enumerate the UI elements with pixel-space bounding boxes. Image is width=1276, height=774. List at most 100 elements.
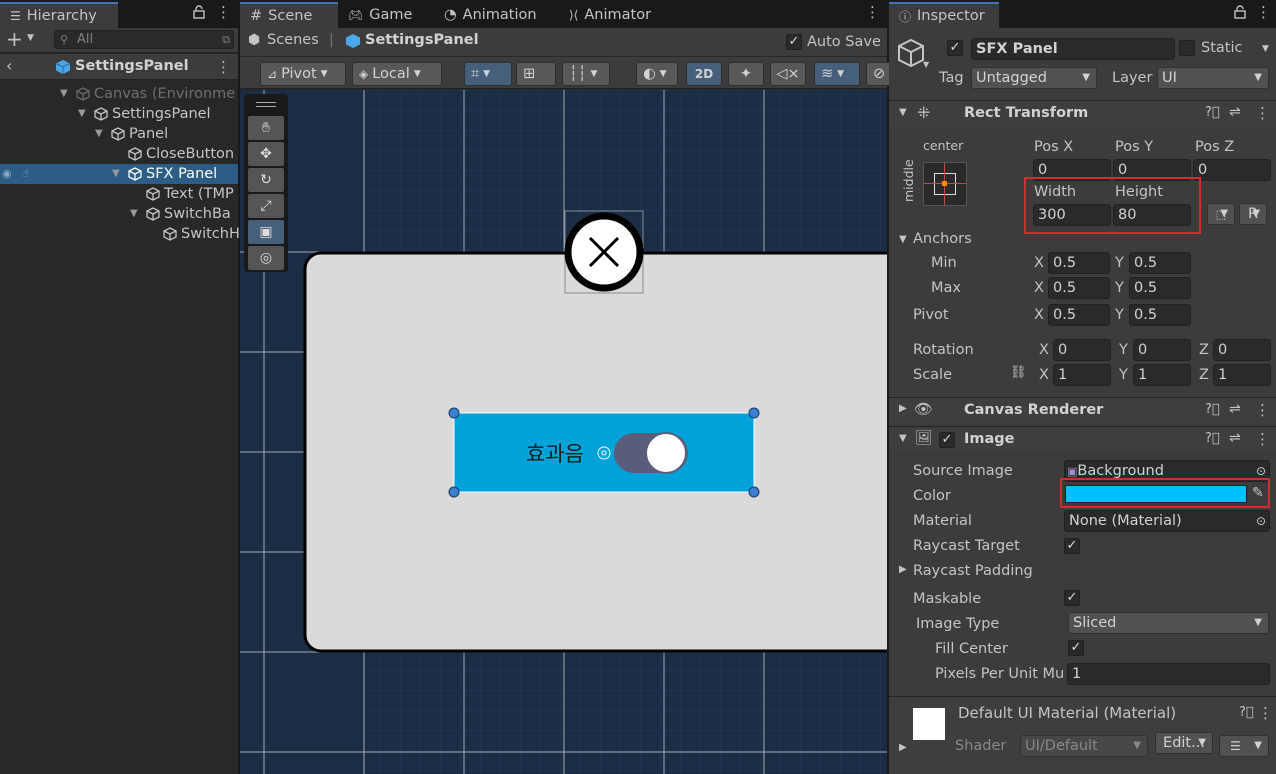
visibility-eye-icon[interactable]: ◉ (2, 164, 12, 184)
fill-center-checkbox[interactable]: ✓ (1068, 640, 1084, 656)
hierarchy-menu-icon[interactable]: ⋮ (216, 3, 231, 21)
hierarchy-item[interactable]: ▼ Panel (0, 124, 238, 144)
scene-canvas[interactable] (240, 90, 887, 774)
tab-scene[interactable]: # Scene (240, 2, 338, 28)
scale-x-field[interactable]: 1 (1053, 364, 1111, 386)
scene-menu-icon[interactable]: ⋮ (865, 3, 880, 21)
breadcrumb-scenes[interactable]: Scenes (267, 32, 319, 48)
maskable-checkbox[interactable]: ✓ (1064, 590, 1080, 606)
prefab-menu-icon[interactable]: ⋮ (216, 58, 231, 76)
pos-z-field[interactable]: 0 (1193, 159, 1271, 181)
chevron-down-icon[interactable]: ▼ (923, 60, 929, 69)
material-field[interactable]: None (Material) ⊙ (1064, 510, 1270, 532)
tab-hierarchy[interactable]: ☰ Hierarchy (0, 2, 118, 28)
chevron-down-icon[interactable]: ▼ (27, 33, 34, 43)
object-picker-icon[interactable]: ⊙ (1256, 511, 1266, 531)
image-enabled-checkbox[interactable]: ✓ (939, 432, 955, 448)
help-icon[interactable]: ?⃝ (1205, 431, 1220, 446)
tab-animation[interactable]: ◔ Animation (434, 2, 547, 28)
image-type-dropdown[interactable]: Sliced (1068, 612, 1269, 634)
drag-handle-icon[interactable] (256, 102, 276, 107)
tab-game[interactable]: 🎮︎ Game (338, 2, 422, 28)
expand-right-icon[interactable]: ▶ (899, 564, 907, 575)
expand-down-icon[interactable]: ▼ (60, 84, 68, 104)
scale-tool-icon[interactable]: ⤢ (248, 194, 284, 218)
hierarchy-item[interactable]: CloseButton (0, 144, 238, 164)
preset-icon[interactable]: ⇌ (1229, 104, 1241, 120)
anchor-min-x-field[interactable]: 0.5 (1048, 252, 1110, 274)
mode-2d-toggle[interactable]: 2D (686, 62, 722, 86)
lock-icon[interactable] (1234, 5, 1246, 19)
hierarchy-item[interactable]: ▼ SwitchBa (0, 204, 238, 224)
shader-dropdown[interactable]: UI/Default (1020, 735, 1148, 757)
component-menu-icon[interactable]: ⋮ (1255, 104, 1270, 122)
help-icon[interactable]: ?⃝ (1239, 705, 1254, 720)
constrain-proportions-icon[interactable]: ⛓︎ (1010, 365, 1027, 380)
component-menu-icon[interactable]: ⋮ (1258, 704, 1273, 722)
scale-z-field[interactable]: 1 (1213, 364, 1271, 386)
expand-down-icon[interactable]: ▼ (112, 164, 120, 184)
rect-tool-icon[interactable]: ▣ (248, 220, 284, 244)
expand-down-icon[interactable]: ▼ (95, 124, 103, 144)
grid-snap-toggle[interactable]: ⌗ ▼ (464, 62, 512, 86)
layer-dropdown[interactable]: UI (1157, 67, 1269, 89)
pickable-hand-icon[interactable]: ☝ (22, 164, 29, 184)
pivot-dropdown[interactable]: ⊿ Pivot ▼ (260, 62, 346, 86)
shading-mode-dropdown[interactable]: ◐ ▼ (636, 62, 678, 86)
pixels-per-unit-field[interactable]: 1 (1067, 663, 1270, 685)
help-icon[interactable]: ?⃝ (1205, 105, 1220, 120)
edit-shader-button[interactable]: Edit... (1155, 732, 1213, 754)
expand-down-icon[interactable]: ▼ (130, 204, 138, 224)
component-menu-icon[interactable]: ⋮ (1255, 430, 1270, 448)
tab-animator[interactable]: ⟩⟨ Animator (559, 2, 661, 28)
local-dropdown[interactable]: ◈ Local ▼ (352, 62, 442, 86)
help-icon[interactable]: ?⃝ (1205, 402, 1220, 417)
rotation-x-field[interactable]: 0 (1053, 339, 1111, 361)
lock-icon[interactable] (193, 5, 205, 19)
add-icon[interactable]: + (6, 27, 23, 51)
transform-tool-icon[interactable]: ◎ (248, 246, 284, 270)
inspector-menu-icon[interactable]: ⋮ (1256, 3, 1271, 21)
active-checkbox[interactable]: ✓ (947, 40, 963, 56)
expand-right-icon[interactable]: ▶ (899, 742, 907, 753)
blueprint-mode-button[interactable]: ⬚ (1207, 203, 1235, 225)
expand-down-icon[interactable]: ▼ (899, 234, 907, 245)
hierarchy-search-input[interactable]: ⚲ All ⧉ (54, 30, 234, 49)
preset-icon[interactable]: ⇌ (1229, 401, 1241, 417)
rotate-tool-icon[interactable]: ↻ (248, 168, 284, 192)
image-header[interactable]: ▼ 🖼︎ ✓ Image ?⃝ ⇌ ⋮ (889, 426, 1276, 452)
anchor-min-y-field[interactable]: 0.5 (1129, 252, 1191, 274)
search-filter-icon[interactable]: ⧉ (222, 31, 230, 48)
hierarchy-item[interactable]: ▼ Canvas (Environme (0, 84, 238, 104)
static-dropdown-icon[interactable]: ▼ (1262, 44, 1269, 54)
raycast-target-checkbox[interactable]: ✓ (1064, 538, 1080, 554)
anchor-max-y-field[interactable]: 0.5 (1129, 277, 1191, 299)
rect-transform-header[interactable]: ▼ ⁜ Rect Transform ?⃝ ⇌ ⋮ (889, 100, 1276, 126)
pivot-x-field[interactable]: 0.5 (1048, 304, 1110, 326)
component-menu-icon[interactable]: ⋮ (1255, 401, 1270, 419)
raw-edit-button[interactable]: R (1239, 203, 1267, 225)
anchor-preset-button[interactable] (923, 162, 967, 206)
hand-tool-icon[interactable]: ✋︎ (248, 116, 284, 140)
canvas-renderer-header[interactable]: ▶ 👁︎ Canvas Renderer ?⃝ ⇌ ⋮ (889, 397, 1276, 423)
scale-y-field[interactable]: 1 (1133, 364, 1191, 386)
effects-dropdown[interactable]: ≋ ▼ (814, 62, 860, 86)
rotation-z-field[interactable]: 0 (1213, 339, 1271, 361)
hierarchy-item[interactable]: Text (TMP (0, 184, 238, 204)
tag-dropdown[interactable]: Untagged (971, 67, 1097, 89)
scene-viewport[interactable]: 효과음 ✋︎ ✥ ↻ ⤢ ▣ ◎ (240, 90, 887, 774)
hierarchy-item[interactable]: ▼ SFX Panel ◉ ☝ (0, 164, 238, 184)
expand-down-icon[interactable]: ▼ (78, 104, 86, 124)
breadcrumb-current[interactable]: SettingsPanel (365, 32, 479, 48)
pivot-y-field[interactable]: 0.5 (1129, 304, 1191, 326)
shader-options-dropdown[interactable]: ☰ (1219, 735, 1269, 757)
tab-inspector[interactable]: ⓘ Inspector (889, 2, 999, 28)
ruler-toggle[interactable]: ┆┆ ▼ (562, 62, 610, 86)
hierarchy-item[interactable]: SwitchH (0, 224, 240, 244)
auto-save-checkbox[interactable]: ✓ (786, 34, 802, 50)
audio-toggle[interactable]: ◁× (770, 62, 806, 86)
snap-increment-toggle[interactable]: ⊞ (516, 62, 556, 86)
back-arrow-icon[interactable]: ‹ (6, 56, 12, 75)
hierarchy-item[interactable]: ▼ SettingsPanel (0, 104, 238, 124)
preset-icon[interactable]: ⇌ (1229, 430, 1241, 446)
